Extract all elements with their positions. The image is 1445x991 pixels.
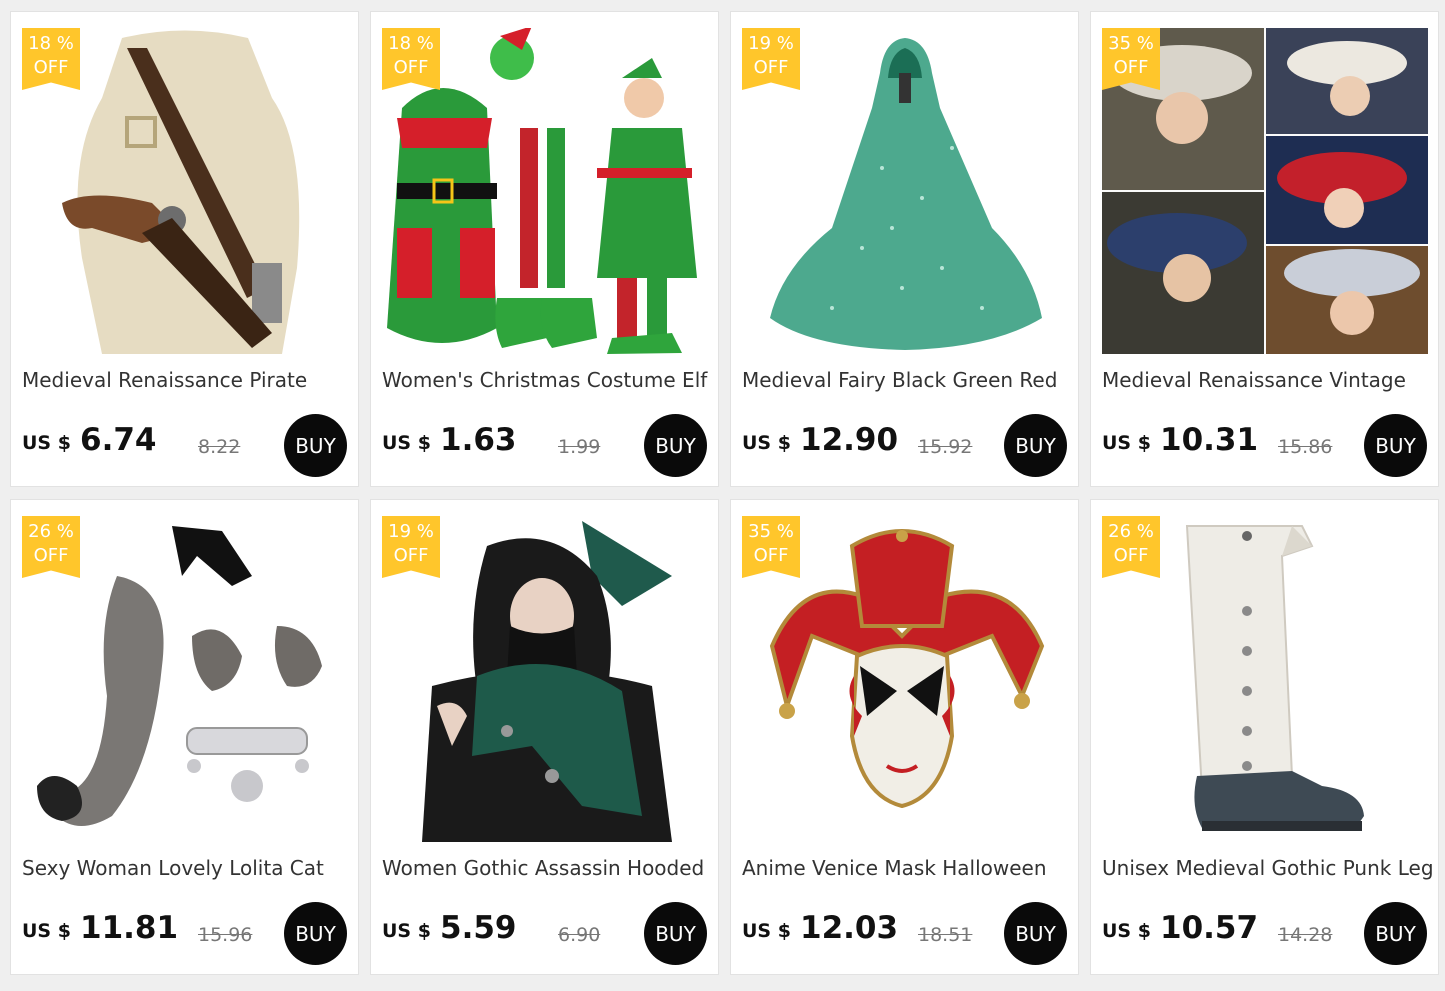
currency-label: US $	[22, 432, 71, 454]
discount-value: 26 %	[28, 521, 74, 542]
buy-button[interactable]: BUY	[1364, 902, 1427, 965]
product-card[interactable]: 35 % OFF Anime Venice Mask Halloween US …	[730, 499, 1079, 975]
sale-price: 1.63	[440, 422, 517, 458]
sale-price: 12.03	[800, 910, 899, 946]
buy-button[interactable]: BUY	[1004, 902, 1067, 965]
discount-off-label: OFF	[393, 57, 429, 78]
discount-value: 18 %	[388, 33, 434, 54]
original-price: 14.28	[1278, 924, 1333, 946]
discount-off-label: OFF	[753, 57, 789, 78]
discount-off-label: OFF	[33, 545, 69, 566]
discount-value: 26 %	[1108, 521, 1154, 542]
product-card[interactable]: 26 % OFF Unisex Medieval Gothic Punk Leg…	[1090, 499, 1439, 975]
discount-off-label: OFF	[753, 545, 789, 566]
product-card[interactable]: 19 % OFF Medieval Fairy Black Green Red …	[730, 11, 1079, 487]
buy-button[interactable]: BUY	[644, 414, 707, 477]
sale-price: 6.74	[80, 422, 157, 458]
original-price: 8.22	[198, 436, 241, 458]
product-grid: 18 % OFF Medieval Renaissance Pirate US …	[10, 11, 1439, 975]
original-price: 15.96	[198, 924, 253, 946]
discount-badge: 35 % OFF	[1102, 28, 1160, 90]
discount-badge: 19 % OFF	[742, 28, 800, 90]
discount-off-label: OFF	[393, 545, 429, 566]
discount-value: 35 %	[1108, 33, 1154, 54]
sale-price: 11.81	[80, 910, 179, 946]
sale-price: 10.31	[1160, 422, 1259, 458]
product-title[interactable]: Medieval Fairy Black Green Red	[742, 368, 1072, 392]
discount-badge: 26 % OFF	[22, 516, 80, 578]
original-price: 1.99	[558, 436, 601, 458]
discount-value: 19 %	[388, 521, 434, 542]
discount-badge: 35 % OFF	[742, 516, 800, 578]
currency-label: US $	[1102, 920, 1151, 942]
sale-price: 5.59	[440, 910, 517, 946]
original-price: 15.92	[918, 436, 973, 458]
discount-value: 35 %	[748, 521, 794, 542]
discount-off-label: OFF	[33, 57, 69, 78]
buy-button[interactable]: BUY	[644, 902, 707, 965]
product-title[interactable]: Medieval Renaissance Pirate	[22, 368, 352, 392]
discount-badge: 26 % OFF	[1102, 516, 1160, 578]
product-card[interactable]: 19 % OFF Women Gothic Assassin Hooded US…	[370, 499, 719, 975]
original-price: 6.90	[558, 924, 601, 946]
currency-label: US $	[1102, 432, 1151, 454]
product-title[interactable]: Sexy Woman Lovely Lolita Cat	[22, 856, 352, 880]
product-title[interactable]: Medieval Renaissance Vintage	[1102, 368, 1432, 392]
product-card[interactable]: 18 % OFF Women's Christmas Costume Elf U…	[370, 11, 719, 487]
product-title[interactable]: Women's Christmas Costume Elf	[382, 368, 712, 392]
discount-value: 18 %	[28, 33, 74, 54]
product-card[interactable]: 35 % OFF Medieval Renaissance Vintage US…	[1090, 11, 1439, 487]
buy-button[interactable]: BUY	[1364, 414, 1427, 477]
currency-label: US $	[742, 920, 791, 942]
product-title[interactable]: Women Gothic Assassin Hooded	[382, 856, 712, 880]
discount-badge: 18 % OFF	[22, 28, 80, 90]
product-title[interactable]: Anime Venice Mask Halloween	[742, 856, 1072, 880]
buy-button[interactable]: BUY	[1004, 414, 1067, 477]
discount-badge: 19 % OFF	[382, 516, 440, 578]
currency-label: US $	[382, 920, 431, 942]
discount-off-label: OFF	[1113, 57, 1149, 78]
currency-label: US $	[382, 432, 431, 454]
discount-badge: 18 % OFF	[382, 28, 440, 90]
discount-off-label: OFF	[1113, 545, 1149, 566]
buy-button[interactable]: BUY	[284, 414, 347, 477]
original-price: 18.51	[918, 924, 973, 946]
discount-value: 19 %	[748, 33, 794, 54]
sale-price: 12.90	[800, 422, 899, 458]
currency-label: US $	[22, 920, 71, 942]
buy-button[interactable]: BUY	[284, 902, 347, 965]
original-price: 15.86	[1278, 436, 1333, 458]
sale-price: 10.57	[1160, 910, 1259, 946]
currency-label: US $	[742, 432, 791, 454]
product-card[interactable]: 18 % OFF Medieval Renaissance Pirate US …	[10, 11, 359, 487]
product-title[interactable]: Unisex Medieval Gothic Punk Leg	[1102, 856, 1432, 880]
product-card[interactable]: 26 % OFF Sexy Woman Lovely Lolita Cat US…	[10, 499, 359, 975]
